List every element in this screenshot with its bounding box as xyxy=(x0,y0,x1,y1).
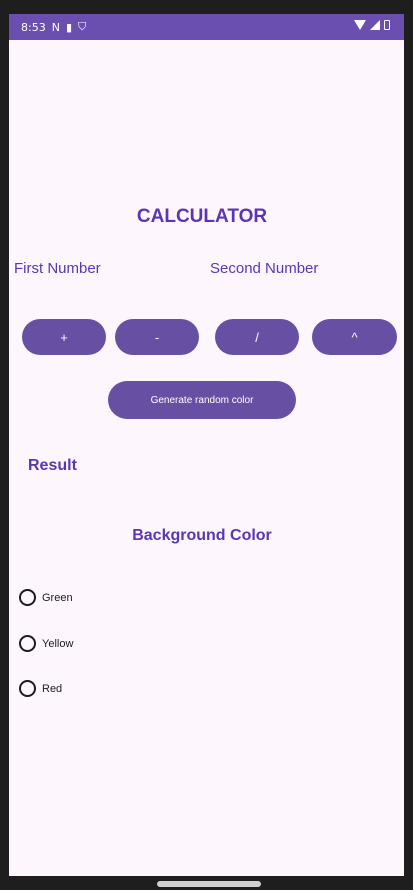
radio-label-yellow: Yellow xyxy=(42,637,74,650)
status-bar: 8:53 N ▮ ⛉ xyxy=(9,14,404,40)
sim-icon: ▮ xyxy=(65,20,72,34)
power-button[interactable]: ^ xyxy=(312,319,397,355)
battery-icon xyxy=(384,20,390,30)
radio-button-icon[interactable] xyxy=(19,589,36,606)
status-left-group: 8:53 N ▮ ⛉ xyxy=(21,20,86,34)
signal-icon xyxy=(370,20,380,30)
radio-label-red: Red xyxy=(42,682,63,695)
n-icon: N xyxy=(51,20,60,34)
shield-icon: ⛉ xyxy=(78,20,87,33)
divide-button[interactable]: / xyxy=(215,319,299,355)
page-title: CALCULATOR xyxy=(136,206,268,227)
wifi-icon xyxy=(354,20,366,30)
add-button[interactable]: + xyxy=(22,319,106,355)
radio-option-green[interactable]: Green xyxy=(19,589,73,606)
gesture-nav-handle[interactable] xyxy=(157,881,261,887)
radio-button-icon[interactable] xyxy=(19,680,36,697)
status-right-group xyxy=(354,20,390,30)
radio-label-green: Green xyxy=(42,591,73,604)
second-number-field[interactable]: Second Number xyxy=(210,260,318,277)
radio-option-red[interactable]: Red xyxy=(19,680,62,697)
first-number-field[interactable]: First Number xyxy=(14,260,101,277)
background-color-title: Background Color xyxy=(132,527,272,544)
result-label: Result xyxy=(28,457,77,474)
radio-button-icon[interactable] xyxy=(19,635,36,652)
status-time: 8:53 xyxy=(21,20,46,34)
generate-random-color-button[interactable]: Generate random color xyxy=(108,381,296,419)
app-screen: 8:53 N ▮ ⛉ CALCULATOR First Number Secon… xyxy=(9,14,404,876)
radio-option-yellow[interactable]: Yellow xyxy=(19,635,73,652)
subtract-button[interactable]: - xyxy=(115,319,199,355)
device-frame: 8:53 N ▮ ⛉ CALCULATOR First Number Secon… xyxy=(0,0,413,890)
